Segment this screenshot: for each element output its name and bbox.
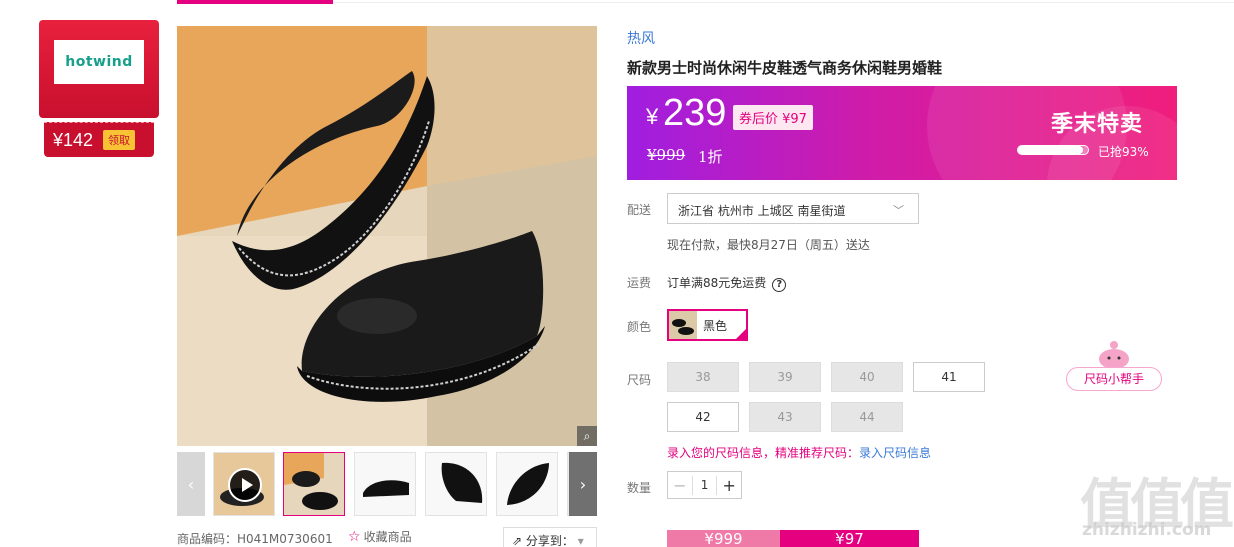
coupon-claim-button[interactable]: 领取 bbox=[103, 130, 136, 150]
product-photo bbox=[177, 26, 597, 446]
address-value: 浙江省 杭州市 上城区 南星街道 bbox=[678, 204, 846, 218]
size-option-40[interactable]: 40 bbox=[831, 362, 903, 392]
top-divider bbox=[333, 2, 1234, 3]
shipping-info: 订单满88元免运费? bbox=[667, 274, 787, 292]
size-option-39[interactable]: 39 bbox=[749, 362, 821, 392]
selected-check-icon bbox=[734, 327, 748, 341]
thumbnail-item[interactable] bbox=[425, 452, 487, 516]
thumbnail-item[interactable] bbox=[496, 452, 558, 516]
quantity-input[interactable]: 1 bbox=[693, 478, 717, 492]
site-watermark: 值值值 zhizhizhi.com bbox=[1080, 460, 1234, 545]
sold-progress-fill bbox=[1018, 146, 1084, 154]
original-price: ¥999 bbox=[647, 146, 686, 164]
brand-link[interactable]: 热风 bbox=[627, 28, 655, 48]
shoe-thumbnail bbox=[669, 311, 697, 339]
play-icon bbox=[228, 468, 262, 502]
store-coupon[interactable]: ¥142 领取 bbox=[44, 122, 154, 157]
thumbnail-image bbox=[497, 453, 557, 515]
size-option-43[interactable]: 43 bbox=[749, 402, 821, 432]
quantity-decrease-button[interactable]: − bbox=[668, 475, 693, 495]
color-option-label: 黑色 bbox=[703, 318, 728, 333]
size-tip-link[interactable]: 录入尺码信息 bbox=[859, 446, 931, 460]
size-helper-button[interactable]: 尺码小帮手 bbox=[1066, 367, 1162, 391]
watermark-site: zhizhizhi.com bbox=[1082, 520, 1212, 540]
size-helper[interactable]: 尺码小帮手 bbox=[1066, 339, 1162, 391]
color-option-black[interactable]: 黑色 bbox=[667, 309, 748, 341]
sold-progress-text: 已抢93% bbox=[1098, 145, 1149, 159]
share-label: 分享到： bbox=[525, 534, 574, 547]
delivery-eta: 现在付款，最快8月27日（周五）送达 bbox=[667, 238, 870, 252]
coupon-amount: ¥142 bbox=[53, 129, 94, 150]
color-label: 颜色 bbox=[627, 320, 652, 334]
thumbnail-strip: ‹ › bbox=[177, 452, 597, 518]
size-tip-text: 录入您的尺码信息，精准推荐尺码： bbox=[667, 446, 860, 460]
thumbnail-item[interactable] bbox=[354, 452, 416, 516]
discount-rate: 1折 bbox=[698, 148, 723, 166]
size-option-38[interactable]: 38 bbox=[667, 362, 739, 392]
address-select[interactable]: 浙江省 杭州市 上城区 南星街道 ﹀ bbox=[667, 193, 919, 224]
favorite-label: 收藏商品 bbox=[363, 530, 412, 544]
chevron-down-icon: ▾ bbox=[577, 534, 584, 547]
size-option-44[interactable]: 44 bbox=[831, 402, 903, 432]
thumbnail-item[interactable] bbox=[283, 452, 345, 516]
thumbnail-video[interactable] bbox=[213, 452, 275, 516]
size-option-42[interactable]: 42 bbox=[667, 402, 739, 432]
thumbnail-image bbox=[355, 453, 415, 515]
thumbnail-prev-button[interactable]: ‹ bbox=[177, 452, 205, 516]
coupon-price-badge: 券后价 ¥97 bbox=[733, 105, 813, 130]
delivery-label: 配送 bbox=[627, 203, 652, 217]
chevron-down-icon: ﹀ bbox=[893, 204, 904, 217]
zoom-icon[interactable]: ⌕ bbox=[577, 426, 597, 446]
sold-progress-bar bbox=[1017, 145, 1089, 155]
favorite-button[interactable]: ☆ 收藏商品 bbox=[348, 528, 412, 545]
thumbnail-image bbox=[284, 453, 344, 515]
product-code: 商品编码：H041M0730601 bbox=[177, 532, 333, 546]
current-price: 239 bbox=[663, 92, 727, 134]
buy-original-button[interactable]: ¥999 bbox=[667, 530, 780, 547]
size-label: 尺码 bbox=[627, 373, 652, 387]
star-icon: ☆ bbox=[348, 529, 361, 545]
promo-title: 季末特卖 bbox=[1051, 112, 1144, 137]
share-icon: ⇗ bbox=[512, 534, 523, 547]
main-product-image[interactable]: ⌕ bbox=[177, 26, 597, 446]
price-currency: ¥ bbox=[646, 104, 659, 129]
store-card[interactable]: hotwind bbox=[39, 20, 159, 118]
quantity-label: 数量 bbox=[627, 481, 652, 495]
size-tip: 录入您的尺码信息，精准推荐尺码：录入尺码信息 bbox=[667, 444, 931, 461]
help-icon[interactable]: ? bbox=[772, 278, 787, 292]
shipping-text: 订单满88元免运费 bbox=[667, 276, 767, 290]
product-title: 新款男士时尚休闲牛皮鞋透气商务休闲鞋男婚鞋 bbox=[627, 59, 943, 77]
thumbnail-next-button[interactable]: › bbox=[569, 452, 597, 516]
thumbnail-image bbox=[426, 453, 486, 515]
quantity-increase-button[interactable]: + bbox=[716, 475, 741, 495]
buy-coupon-button[interactable]: ¥97 bbox=[780, 530, 919, 547]
share-button[interactable]: ⇗ 分享到： ▾ bbox=[503, 527, 597, 547]
color-swatch-image bbox=[669, 311, 697, 339]
mascot-icon bbox=[1099, 341, 1129, 369]
quantity-stepper[interactable]: − 1 + bbox=[667, 471, 742, 499]
active-tab-indicator bbox=[177, 0, 333, 4]
store-logo: hotwind bbox=[54, 40, 144, 84]
price-banner: ¥ 239 券后价 ¥97 ¥999 1折 季末特卖 已抢93% bbox=[627, 86, 1177, 180]
size-option-41[interactable]: 41 bbox=[913, 362, 985, 392]
shipping-label: 运费 bbox=[627, 276, 652, 290]
